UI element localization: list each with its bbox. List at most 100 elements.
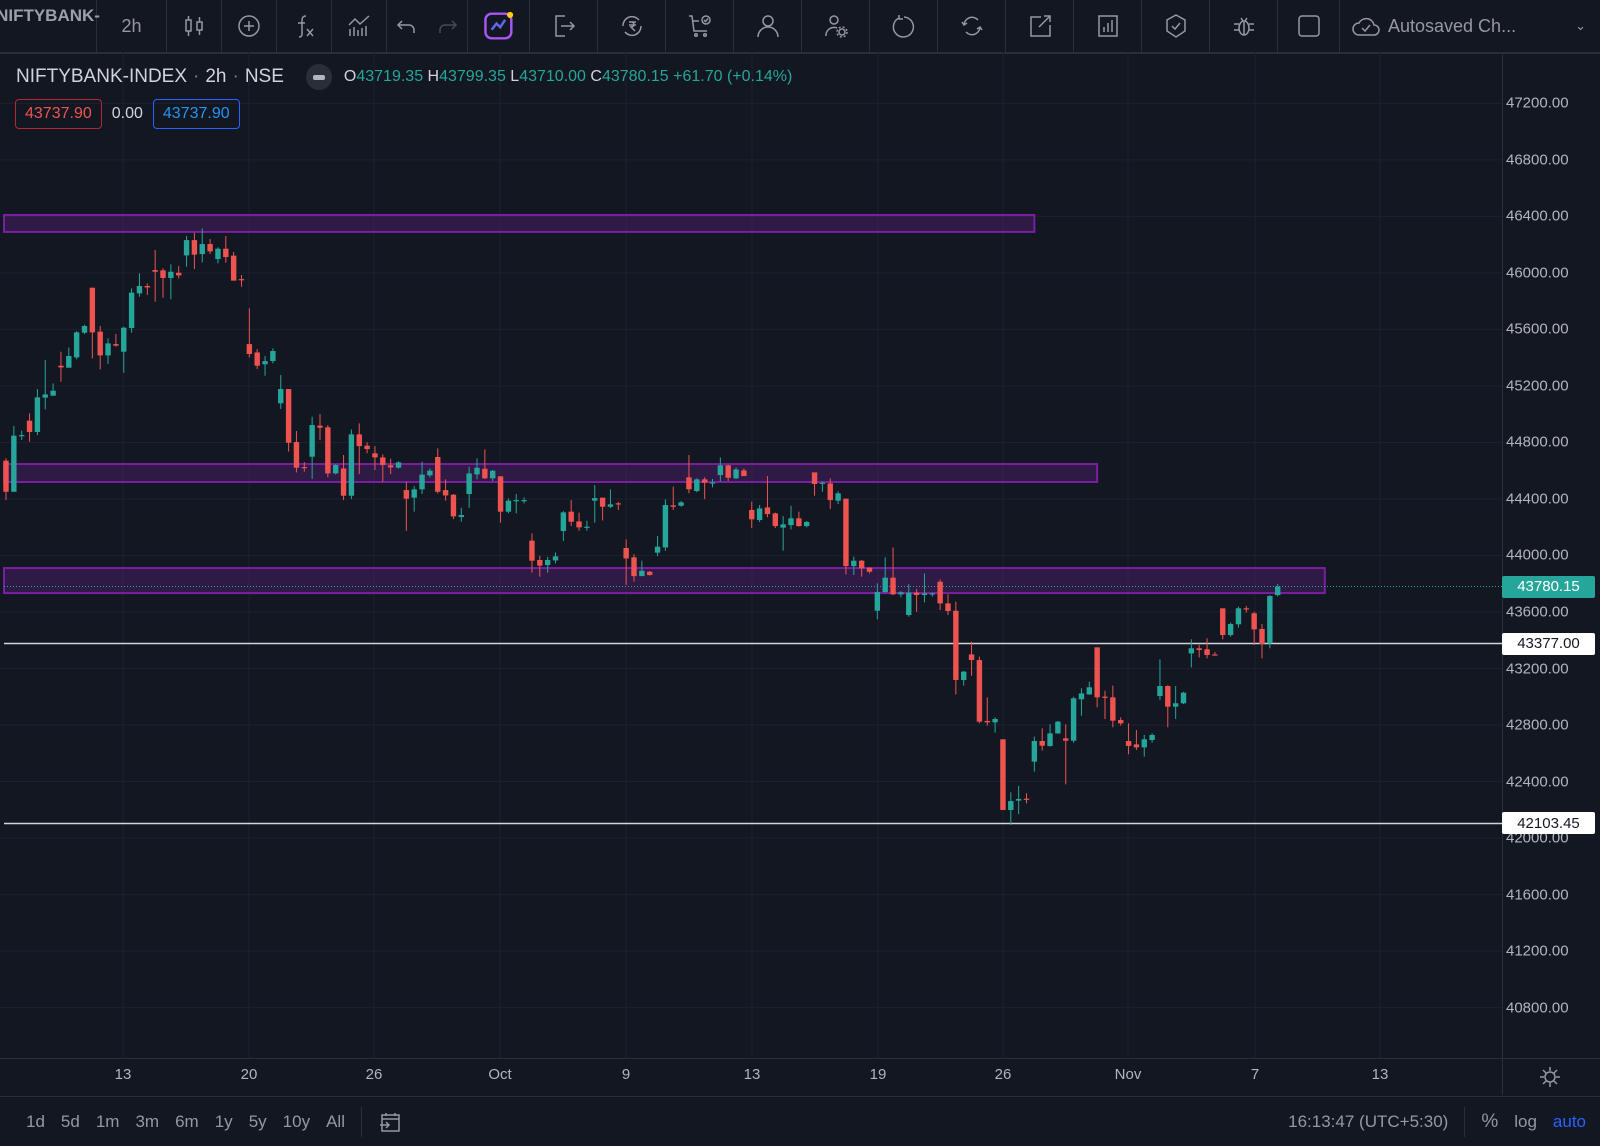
time-axis-label: 9 — [621, 1066, 631, 1083]
candle-up — [1141, 739, 1147, 748]
candle-down — [152, 270, 158, 272]
candle-down — [866, 567, 873, 572]
candle-up — [874, 592, 881, 611]
candle-up — [19, 435, 25, 437]
candle-up — [851, 560, 857, 567]
candle-down — [670, 505, 676, 507]
candle-up — [560, 512, 567, 532]
candle-up — [466, 473, 472, 495]
candle-up — [921, 593, 928, 596]
candle-down — [223, 248, 229, 258]
range-button-5y[interactable]: 5y — [241, 1112, 275, 1132]
candle-up — [1235, 608, 1242, 625]
time-axis-label: 19 — [869, 1066, 887, 1083]
candle-up — [709, 482, 716, 484]
candle-up — [1015, 798, 1022, 801]
candle-up — [1172, 703, 1179, 707]
open-value: 43719.35 — [356, 68, 424, 85]
candle-up — [11, 435, 17, 492]
candle-up — [1086, 687, 1092, 695]
range-button-1d[interactable]: 1d — [18, 1112, 53, 1132]
candle-up — [1180, 692, 1187, 704]
go-to-date-icon[interactable] — [378, 1110, 402, 1134]
range-button-6m[interactable]: 6m — [167, 1112, 207, 1132]
candle-down — [1204, 649, 1210, 655]
candle-up — [1078, 693, 1085, 700]
candle-down — [576, 521, 582, 528]
candle-down — [482, 468, 488, 479]
spread-value: 0.00 — [111, 105, 143, 122]
candle-down — [325, 427, 331, 474]
legend-symbol[interactable]: NIFTYBANK-INDEX — [16, 66, 187, 88]
horizontal-line-price-tag[interactable]: 42103.45 — [1502, 812, 1595, 835]
candle-up — [1267, 596, 1273, 644]
time-axis-divider — [0, 1058, 1600, 1059]
price-chart[interactable] — [0, 0, 1600, 1145]
candle-up — [1070, 698, 1077, 741]
candle-down — [741, 470, 747, 477]
candle-up — [121, 327, 127, 352]
candle-up — [278, 389, 284, 404]
candle-down — [403, 490, 410, 499]
candle-up — [105, 343, 111, 356]
candle-up — [1227, 624, 1234, 636]
candle-down — [58, 365, 64, 368]
range-button-1y[interactable]: 1y — [207, 1112, 241, 1132]
support-resistance-zone[interactable] — [3, 567, 1326, 595]
auto-toggle[interactable]: auto — [1545, 1112, 1600, 1132]
candle-up — [419, 474, 425, 490]
last-price-tag: 43780.15 — [1502, 575, 1595, 598]
candle-down — [1063, 738, 1069, 741]
candle-down — [254, 352, 260, 366]
candle-down — [890, 577, 896, 595]
close-value: 43780.15 — [601, 68, 669, 85]
clock[interactable]: 16:13:47 (UTC+5:30) — [1280, 1112, 1456, 1132]
candle-up — [66, 355, 72, 368]
candle-down — [537, 560, 543, 566]
price-axis-label: 46000.00 — [1506, 264, 1569, 282]
candle-up — [552, 556, 559, 561]
candle-down — [811, 472, 818, 484]
price-axis-label: 46800.00 — [1506, 151, 1569, 169]
settings-icon[interactable] — [1538, 1065, 1562, 1089]
support-resistance-zone[interactable] — [3, 463, 1099, 484]
candle-down — [796, 518, 802, 527]
candle-down — [1220, 608, 1226, 636]
range-button-5d[interactable]: 5d — [53, 1112, 88, 1132]
price-axis-label: 40800.00 — [1506, 999, 1569, 1017]
support-resistance-zone[interactable] — [3, 213, 1036, 233]
percent-toggle[interactable]: % — [1473, 1111, 1506, 1133]
range-button-10y[interactable]: 10y — [275, 1112, 318, 1132]
candle-down — [364, 445, 370, 450]
range-button-3m[interactable]: 3m — [127, 1112, 167, 1132]
price-axis-label: 41200.00 — [1506, 942, 1569, 960]
candle-up — [1188, 648, 1195, 654]
candle-down — [772, 513, 778, 527]
ohlc-values: O43719.35 H43799.35 L43710.00 C43780.15 … — [344, 68, 792, 86]
candle-down — [3, 460, 9, 492]
candle-down — [1251, 613, 1257, 630]
range-button-all[interactable]: All — [318, 1112, 353, 1132]
candle-up — [961, 671, 967, 680]
sell-button[interactable]: 43737.90 — [15, 99, 102, 129]
candle-up — [333, 465, 339, 474]
candle-up — [411, 489, 417, 498]
candle-up — [309, 425, 315, 457]
candle-down — [984, 720, 990, 723]
collapse-legend-button[interactable] — [305, 64, 332, 90]
candle-down — [293, 442, 300, 468]
candle-up — [898, 592, 904, 595]
price-axis-label: 45600.00 — [1506, 320, 1569, 338]
candle-down — [246, 344, 253, 354]
range-button-1m[interactable]: 1m — [88, 1112, 128, 1132]
buy-button[interactable]: 43737.90 — [152, 99, 240, 129]
horizontal-line-price-tag[interactable]: 43377.00 — [1502, 632, 1595, 655]
price-axis-label: 45200.00 — [1506, 377, 1569, 395]
candle-up — [395, 462, 402, 468]
candle-down — [435, 456, 441, 492]
price-axis-label: 44000.00 — [1506, 546, 1569, 564]
candle-up — [654, 546, 661, 553]
log-toggle[interactable]: log — [1506, 1112, 1545, 1132]
candle-up — [756, 508, 763, 521]
price-axis-label: 44800.00 — [1506, 433, 1569, 451]
